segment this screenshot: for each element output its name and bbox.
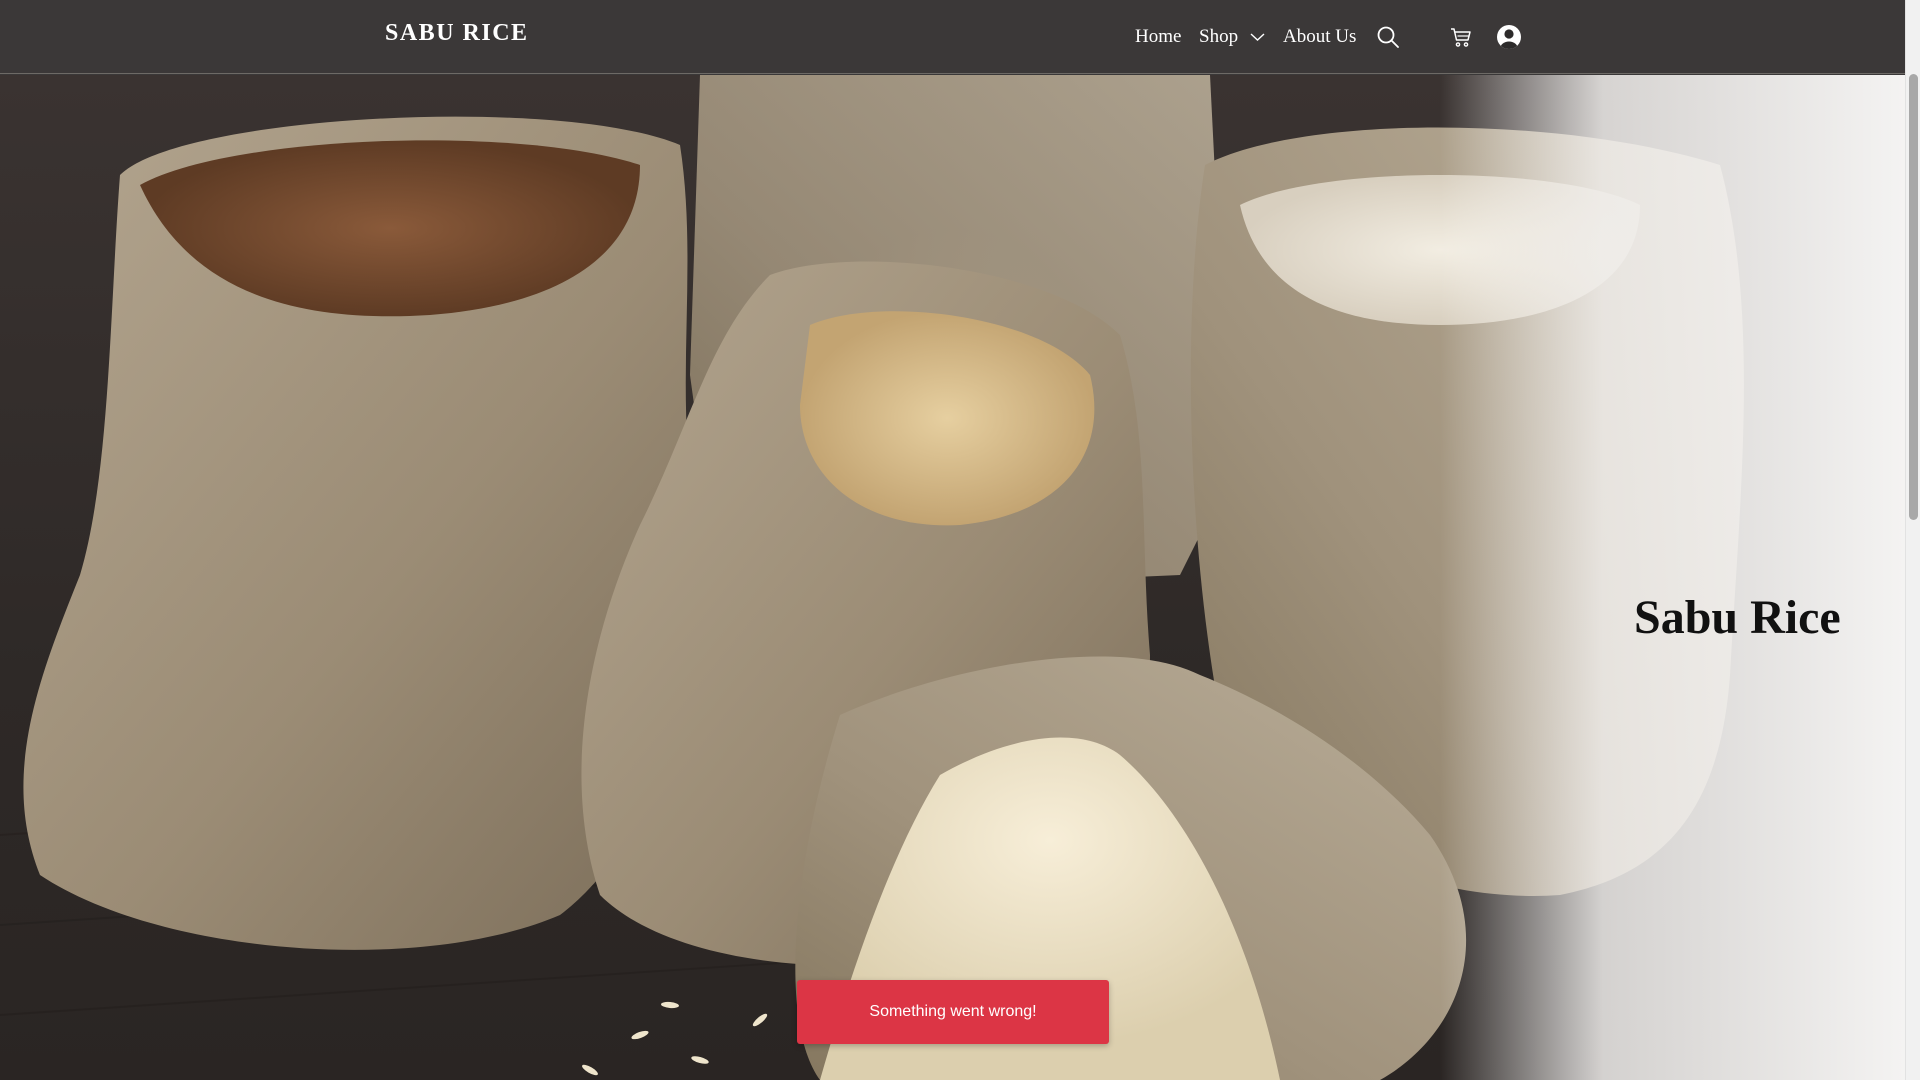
- search-button[interactable]: [1375, 24, 1401, 50]
- page-scrollbar[interactable]: [1905, 0, 1920, 1080]
- nav-shop-label: Shop: [1199, 26, 1239, 47]
- error-toast: Something went wrong!: [797, 980, 1109, 1044]
- nav-about-us[interactable]: About Us: [1283, 0, 1356, 74]
- site-header: SABU RICE Home Shop About Us: [0, 0, 1905, 74]
- account-button[interactable]: [1495, 23, 1523, 51]
- cart-button[interactable]: [1448, 24, 1474, 50]
- hero-image-grain-sacks: [0, 75, 1905, 1080]
- nav-home-label: Home: [1135, 26, 1182, 47]
- hero-title: Sabu Rice: [1634, 591, 1841, 645]
- hero-banner: Sabu Rice: [0, 75, 1905, 1080]
- search-icon: [1377, 26, 1399, 48]
- chevron-down-icon: [1250, 33, 1265, 41]
- cart-icon: [1451, 28, 1471, 47]
- account-icon: [1497, 25, 1521, 49]
- brand-logo-link[interactable]: SABU RICE: [385, 20, 529, 47]
- page-viewport: SABU RICE Home Shop About Us Sabu Rice S…: [0, 0, 1905, 1080]
- nav-home[interactable]: Home: [1135, 0, 1181, 74]
- nav-about-label: About Us: [1283, 26, 1357, 47]
- error-toast-message: Something went wrong!: [869, 1003, 1037, 1020]
- scrollbar-thumb[interactable]: [1909, 74, 1918, 520]
- nav-shop-dropdown[interactable]: Shop: [1199, 0, 1265, 74]
